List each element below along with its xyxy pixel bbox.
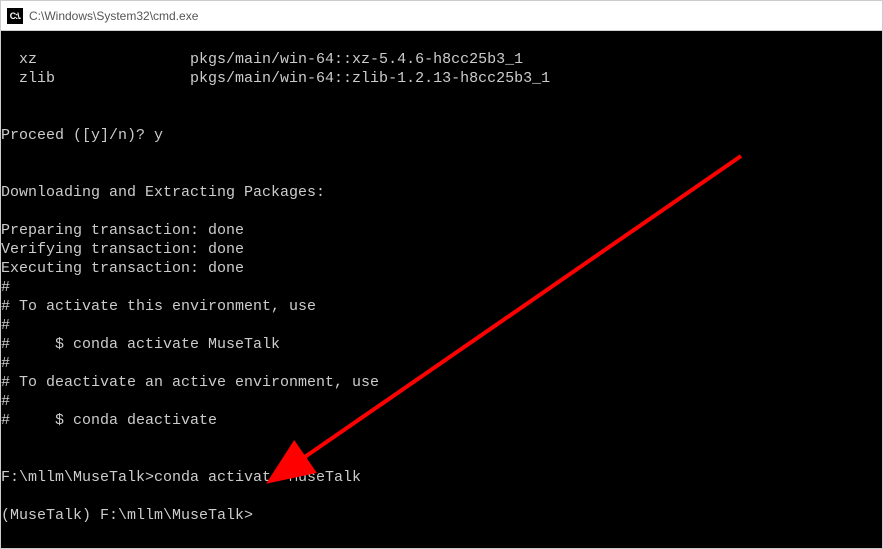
- terminal-line: Downloading and Extracting Packages:: [1, 184, 325, 201]
- window-title: C:\Windows\System32\cmd.exe: [29, 9, 198, 23]
- terminal-line: #: [1, 355, 10, 372]
- terminal-line: Executing transaction: done: [1, 260, 244, 277]
- terminal-line: #: [1, 279, 10, 296]
- terminal-line: Verifying transaction: done: [1, 241, 244, 258]
- cmd-icon: C:\.: [7, 8, 23, 24]
- terminal-line: # $ conda activate MuseTalk: [1, 336, 280, 353]
- terminal-line: # $ conda deactivate: [1, 412, 217, 429]
- window-titlebar[interactable]: C:\. C:\Windows\System32\cmd.exe: [1, 1, 882, 31]
- terminal-line: Proceed ([y]/n)? y: [1, 127, 163, 144]
- terminal-line: # To deactivate an active environment, u…: [1, 374, 379, 391]
- terminal-line: # To activate this environment, use: [1, 298, 316, 315]
- terminal-output[interactable]: xz pkgs/main/win-64::xz-5.4.6-h8cc25b3_1…: [1, 31, 882, 548]
- terminal-line: xz pkgs/main/win-64::xz-5.4.6-h8cc25b3_1: [1, 51, 523, 68]
- terminal-line: zlib pkgs/main/win-64::zlib-1.2.13-h8cc2…: [1, 70, 550, 87]
- terminal-line: #: [1, 393, 10, 410]
- terminal-line: F:\mllm\MuseTalk>conda activate MuseTalk: [1, 469, 361, 486]
- terminal-line: (MuseTalk) F:\mllm\MuseTalk>: [1, 507, 253, 524]
- terminal-line: Preparing transaction: done: [1, 222, 244, 239]
- terminal-line: #: [1, 317, 10, 334]
